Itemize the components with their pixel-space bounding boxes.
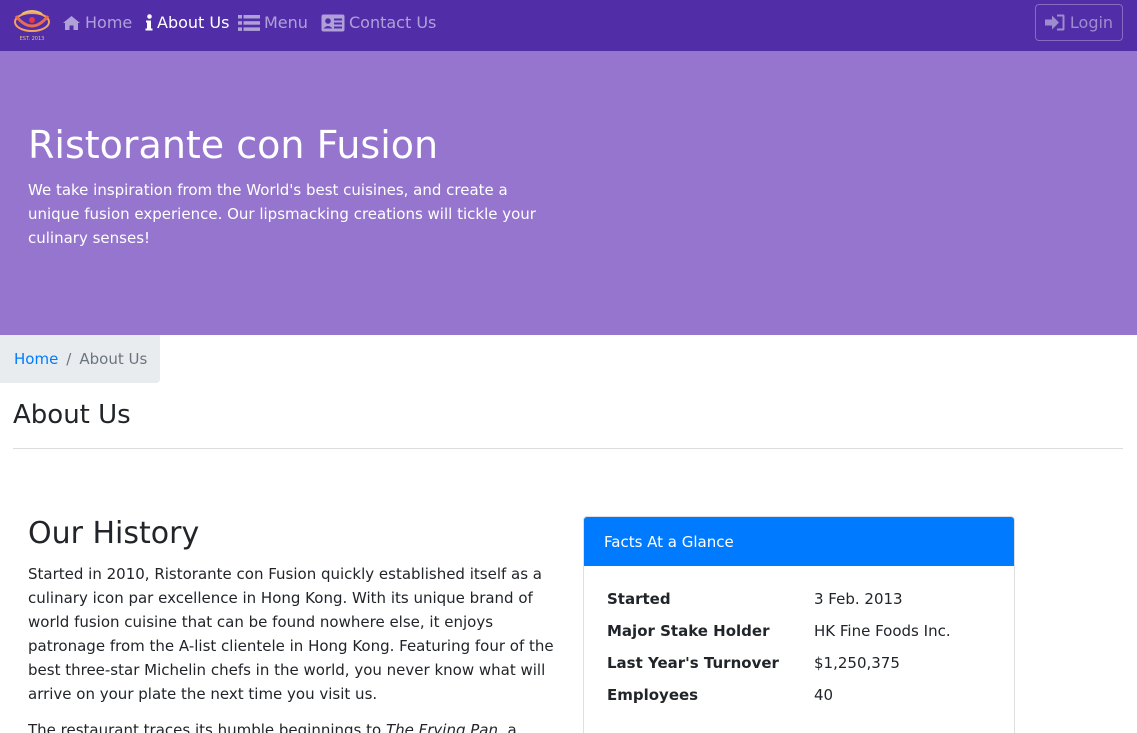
login-button[interactable]: Login: [1035, 4, 1123, 41]
fact-value: 3 Feb. 2013: [814, 590, 903, 608]
breadcrumb-current: About Us: [79, 350, 148, 368]
history-paragraph-2-italic: The Frying Pan: [385, 721, 498, 733]
nav-about-label: About Us: [157, 13, 230, 32]
nav-contact[interactable]: Contact Us: [321, 0, 436, 45]
jumbotron: Ristorante con Fusion We take inspiratio…: [0, 51, 1137, 335]
fact-label: Last Year's Turnover: [607, 654, 779, 672]
facts-card-header: Facts At a Glance: [584, 517, 1014, 566]
restaurant-title: Ristorante con Fusion: [28, 123, 439, 167]
divider: [13, 448, 1123, 449]
nav-home[interactable]: Home: [62, 0, 132, 45]
history-paragraph-2-end: , a: [498, 721, 517, 733]
sign-in-icon: [1044, 14, 1065, 31]
nav-contact-label: Contact Us: [349, 13, 437, 32]
breadcrumb-separator: /: [66, 350, 72, 368]
fact-label: Major Stake Holder: [607, 622, 770, 640]
history-heading: Our History: [28, 516, 200, 551]
history-paragraph-2: The restaurant traces its humble beginni…: [28, 718, 558, 733]
fact-label: Started: [607, 590, 671, 608]
history-paragraph-2-start: The restaurant traces its humble beginni…: [28, 721, 386, 733]
restaurant-tagline: We take inspiration from the World's bes…: [28, 181, 536, 247]
breadcrumb-home-link[interactable]: Home: [14, 350, 58, 368]
nav-menu[interactable]: Menu: [238, 0, 308, 45]
nav-home-label: Home: [85, 13, 133, 32]
info-icon: [145, 14, 153, 31]
page-title: About Us: [13, 400, 131, 430]
navbar: EST. 2013 Home About Us Menu Contact Us …: [0, 0, 1137, 51]
address-card-icon: [321, 14, 345, 32]
fact-value: $1,250,375: [814, 654, 900, 672]
brand-logo[interactable]: EST. 2013: [12, 6, 52, 42]
history-paragraph: Started in 2010, Ristorante con Fusion q…: [28, 565, 554, 703]
fact-label: Employees: [607, 686, 699, 704]
breadcrumb: Home / About Us: [0, 335, 160, 383]
svg-text:EST. 2013: EST. 2013: [20, 36, 45, 42]
fact-value: 40: [814, 686, 834, 704]
nav-about[interactable]: About Us: [145, 0, 229, 45]
nav-menu-label: Menu: [264, 13, 308, 32]
facts-card: Facts At a Glance Started 3 Feb. 2013 Ma…: [583, 516, 1015, 733]
list-icon: [238, 14, 260, 31]
fact-value: HK Fine Foods Inc.: [814, 622, 951, 640]
login-label: Login: [1069, 13, 1114, 32]
home-icon: [62, 15, 81, 31]
